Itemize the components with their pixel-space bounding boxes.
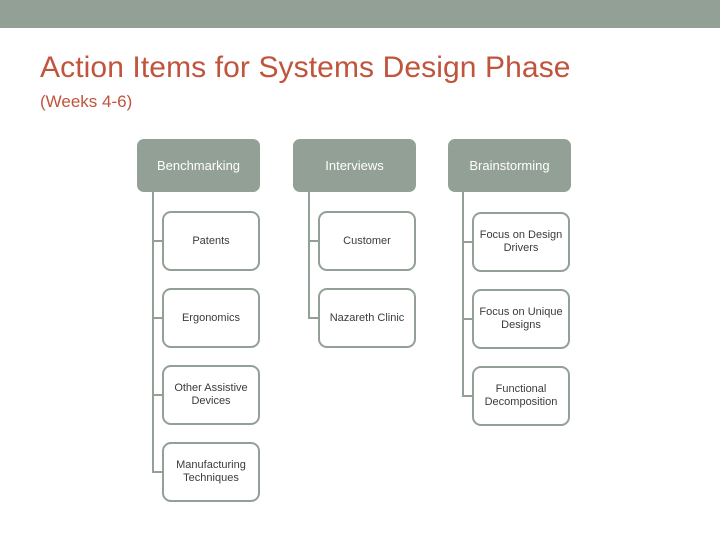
diagram-child-node[interactable]: Functional Decomposition <box>472 366 570 426</box>
connector-stub <box>152 471 162 473</box>
connector-spine <box>152 192 154 472</box>
connector-spine <box>462 192 464 396</box>
diagram-child-node[interactable]: Nazareth Clinic <box>318 288 416 348</box>
diagram-child-node[interactable]: Manufacturing Techniques <box>162 442 260 502</box>
connector-spine <box>308 192 310 318</box>
diagram-child-label: Focus on Design Drivers <box>479 229 563 254</box>
diagram-header-label: Interviews <box>325 158 384 173</box>
diagram-header-node[interactable]: Interviews <box>293 139 416 192</box>
connector-stub <box>462 241 472 243</box>
diagram-header-label: Benchmarking <box>156 158 241 173</box>
diagram-child-label: Manufacturing Techniques <box>176 459 246 484</box>
connector-stub <box>462 318 472 320</box>
connector-stub <box>462 395 472 397</box>
diagram-child-label: Focus on Unique Designs <box>479 306 563 331</box>
diagram-header-label: Brainstorming <box>469 158 550 173</box>
diagram-child-node[interactable]: Focus on Unique Designs <box>472 289 570 349</box>
connector-stub <box>152 317 162 319</box>
diagram-child-label: Customer <box>343 234 391 247</box>
connector-stub <box>308 317 318 319</box>
diagram-child-label: Nazareth Clinic <box>329 311 405 324</box>
diagram-child-label: Ergonomics <box>181 311 241 324</box>
diagram-header-node[interactable]: Brainstorming <box>448 139 571 192</box>
connector-stub <box>308 240 318 242</box>
diagram-header-node[interactable]: Benchmarking <box>137 139 260 192</box>
diagram-child-node[interactable]: Other Assistive Devices <box>162 365 260 425</box>
connector-stub <box>152 394 162 396</box>
diagram-child-node[interactable]: Patents <box>162 211 260 271</box>
connector-stub <box>152 240 162 242</box>
slide: Action Items for Systems Design Phase (W… <box>0 0 720 540</box>
diagram-child-node[interactable]: Focus on Design Drivers <box>472 212 570 272</box>
diagram-child-label: Other Assistive Devices <box>174 382 248 407</box>
diagram-child-node[interactable]: Customer <box>318 211 416 271</box>
hierarchy-diagram: Benchmarking Patents Ergonomics Other Assis… <box>0 0 720 540</box>
diagram-child-label: Patents <box>192 234 230 247</box>
diagram-child-label: Functional Decomposition <box>484 383 558 408</box>
diagram-child-node[interactable]: Ergonomics <box>162 288 260 348</box>
